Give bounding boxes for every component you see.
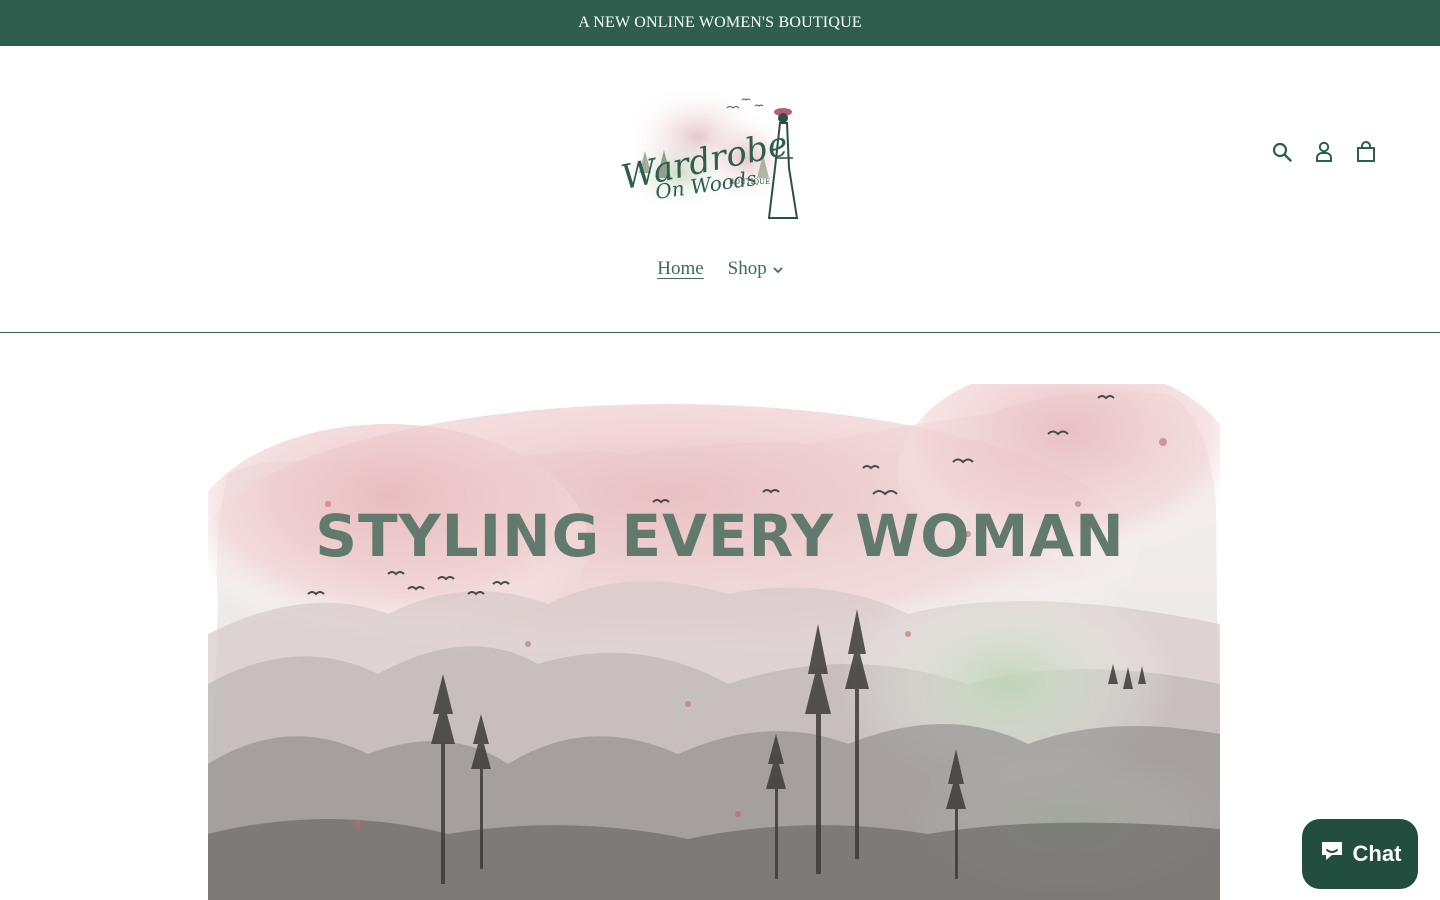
search-icon[interactable] — [1270, 140, 1294, 164]
logo-graphic: Wardrobe On Woods BOUTIQUE — [617, 83, 799, 219]
header-icons — [1270, 140, 1378, 164]
hero-watercolor-image — [208, 384, 1220, 900]
announcement-text: A NEW ONLINE WOMEN'S BOUTIQUE — [578, 14, 862, 31]
nav-item-shop[interactable]: Shop — [728, 258, 783, 280]
chat-label: Chat — [1352, 841, 1402, 866]
hero-banner: STYLING EVERY WOMAN — [208, 384, 1220, 900]
site-header: Wardrobe On Woods BOUTIQUE Home Shop — [0, 46, 1440, 333]
announcement-bar: A NEW ONLINE WOMEN'S BOUTIQUE — [0, 0, 1440, 46]
logo[interactable]: Wardrobe On Woods BOUTIQUE — [617, 78, 817, 228]
chat-icon — [1319, 839, 1345, 869]
nav-item-label: Shop — [727, 258, 767, 279]
chevron-down-icon — [773, 258, 783, 280]
main-nav: Home Shop — [0, 258, 1440, 280]
cart-icon[interactable] — [1354, 140, 1378, 164]
account-icon[interactable] — [1312, 140, 1336, 164]
logo-text-boutique: BOUTIQUE — [729, 178, 770, 186]
nav-item-label: Home — [657, 258, 704, 279]
hero-title: STYLING EVERY WOMAN — [315, 502, 1125, 570]
chat-button[interactable]: Chat — [1302, 819, 1418, 889]
nav-item-home[interactable]: Home — [657, 258, 703, 280]
